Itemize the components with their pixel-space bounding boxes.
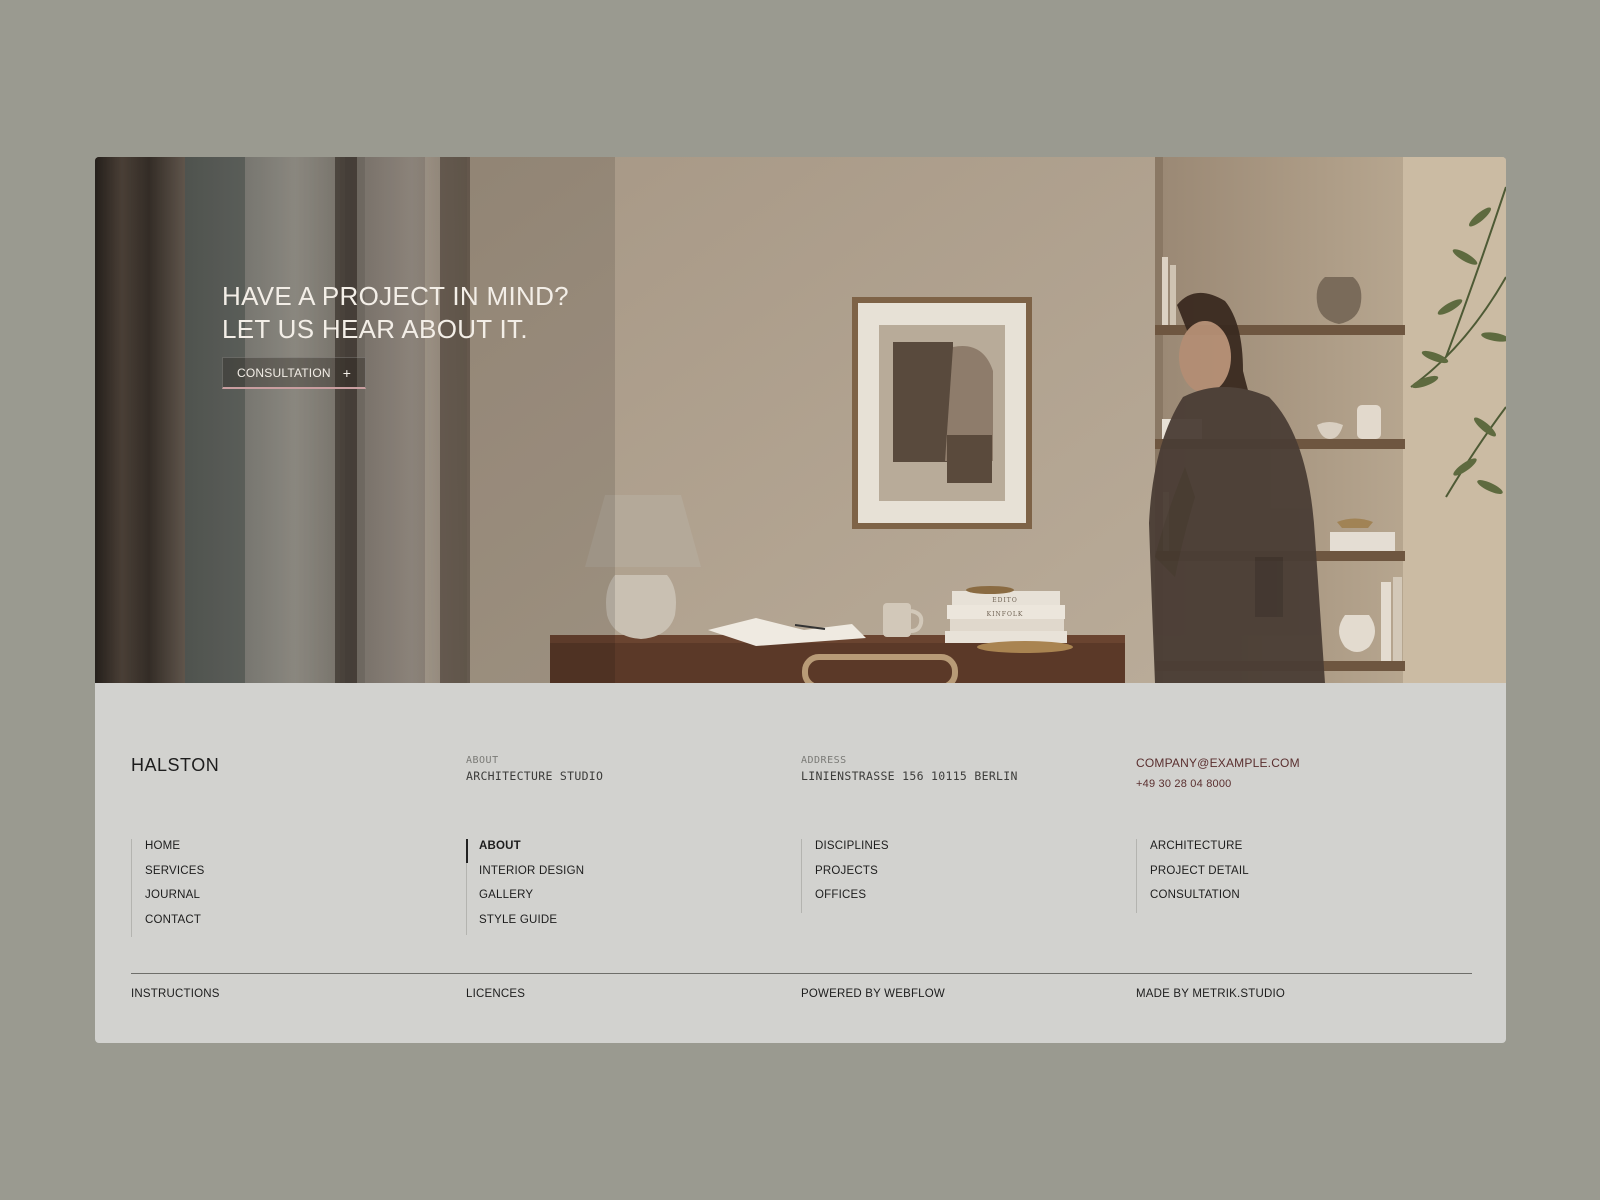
footer-nav-project-detail[interactable]: PROJECT DETAIL	[1150, 864, 1249, 878]
book-spine-1: EDITO	[992, 597, 1017, 604]
licences-link[interactable]: LICENCES	[466, 988, 525, 1000]
footer-nav-architecture[interactable]: ARCHITECTURE	[1150, 839, 1249, 853]
consultation-button-label: CONSULTATION	[237, 365, 331, 380]
consultation-button[interactable]: CONSULTATION +	[222, 357, 367, 389]
about-value: ARCHITECTURE STUDIO	[466, 769, 604, 783]
plus-icon: +	[342, 364, 352, 381]
made-by-link[interactable]: MADE BY METRIK.STUDIO	[1136, 988, 1285, 1000]
footer-nav-interior-design[interactable]: INTERIOR DESIGN	[479, 864, 584, 878]
hero-photo: EDITO KINFOLK	[95, 157, 1506, 683]
footer-nav-disciplines[interactable]: DISCIPLINES	[815, 839, 889, 853]
footer-nav-column-1: HOME SERVICES JOURNAL CONTACT	[131, 839, 205, 937]
site-footer: HALSTON ABOUT ARCHITECTURE STUDIO ADDRES…	[95, 683, 1506, 1043]
footer-nav-column-2: ABOUT INTERIOR DESIGN GALLERY STYLE GUID…	[466, 839, 584, 937]
footer-nav-home[interactable]: HOME	[145, 839, 205, 853]
brand-logo[interactable]: HALSTON	[131, 755, 219, 776]
footer-nav-journal[interactable]: JOURNAL	[145, 888, 205, 902]
book-spine-2: KINFOLK	[987, 611, 1024, 618]
footer-nav-column-4: ARCHITECTURE PROJECT DETAIL CONSULTATION	[1136, 839, 1249, 913]
phone-link[interactable]: +49 30 28 04 8000	[1136, 778, 1300, 790]
footer-nav-offices[interactable]: OFFICES	[815, 888, 889, 902]
footer-nav-projects[interactable]: PROJECTS	[815, 864, 889, 878]
footer-nav-contact[interactable]: CONTACT	[145, 913, 205, 927]
address-value: LINIENSTRASSE 156 10115 BERLIN	[801, 769, 1018, 783]
contact-info: COMPANY@EXAMPLE.COM +49 30 28 04 8000	[1136, 756, 1300, 790]
email-link[interactable]: COMPANY@EXAMPLE.COM	[1136, 756, 1300, 770]
footer-nav-gallery[interactable]: GALLERY	[479, 888, 584, 902]
hero-headline: HAVE A PROJECT IN MIND? LET US HEAR ABOU…	[222, 280, 569, 346]
footer-nav-consultation[interactable]: CONSULTATION	[1150, 888, 1249, 902]
powered-by-webflow-link[interactable]: POWERED BY WEBFLOW	[801, 988, 945, 1000]
footer-nav-style-guide[interactable]: STYLE GUIDE	[479, 913, 584, 927]
address-info: ADDRESS LINIENSTRASSE 156 10115 BERLIN	[801, 755, 1018, 783]
hero-headline-line-2: LET US HEAR ABOUT IT.	[222, 314, 528, 344]
address-label: ADDRESS	[801, 755, 847, 766]
hero-headline-line-1: HAVE A PROJECT IN MIND?	[222, 281, 569, 311]
footer-nav-about[interactable]: ABOUT	[479, 839, 584, 853]
footer-nav-services[interactable]: SERVICES	[145, 864, 205, 878]
instructions-link[interactable]: INSTRUCTIONS	[131, 988, 220, 1000]
about-info: ABOUT ARCHITECTURE STUDIO	[466, 755, 603, 783]
site-card: EDITO KINFOLK HAVE A PROJECT IN MIND? LE…	[95, 157, 1506, 1043]
about-label: ABOUT	[466, 755, 499, 766]
footer-nav-column-3: DISCIPLINES PROJECTS OFFICES	[801, 839, 889, 913]
hero-section: EDITO KINFOLK HAVE A PROJECT IN MIND? LE…	[95, 157, 1506, 683]
footer-divider	[131, 973, 1472, 974]
